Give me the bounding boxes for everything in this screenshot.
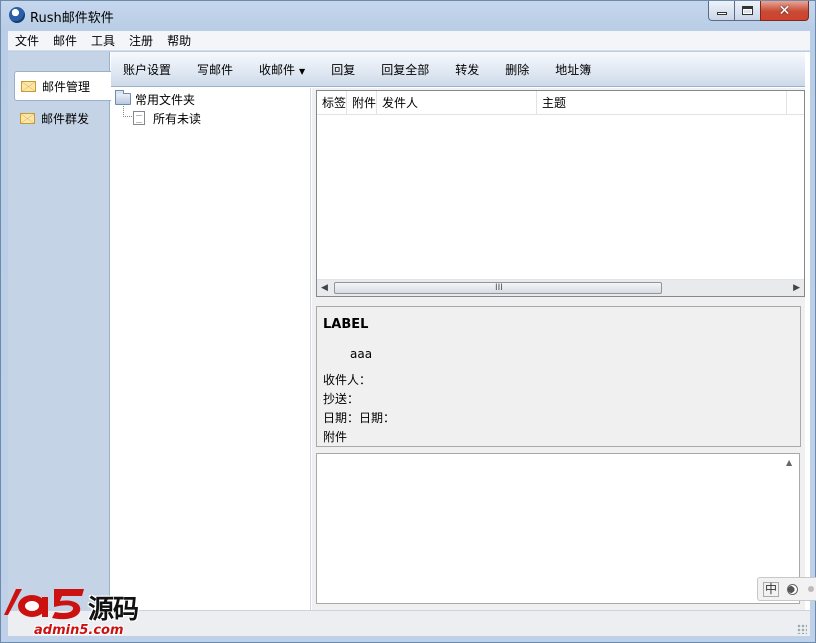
right-panel: 标签 附件 发件人 主题 ◀ III ▶ LABEL aaa 收件人： 抄送： [312,88,805,610]
scroll-left-icon[interactable]: ◀ [321,283,328,293]
app-window: Rush邮件软件 ✕ 文件 邮件 工具 注册 帮助 邮件管理 邮件群发 账户设置… [0,0,816,643]
menu-mail[interactable]: 邮件 [46,31,84,51]
tree-node-label: 所有未读 [153,111,202,126]
column-header-sender[interactable]: 发件人 [377,91,537,115]
app-e-icon [9,7,25,23]
detail-cc: 抄送： [323,392,360,406]
column-header-attachment[interactable]: 附件 [347,91,377,115]
reply-all-button[interactable]: 回复全部 [381,61,429,78]
ime-toolbar[interactable]: 中 [757,577,816,601]
compose-button[interactable]: 写邮件 [197,61,233,78]
account-settings-button[interactable]: 账户设置 [123,61,171,78]
nav-item-mass-mail[interactable]: 邮件群发 [14,103,110,133]
ime-punct-icon[interactable] [808,586,815,592]
menu-tools[interactable]: 工具 [84,31,122,51]
tree-connector [123,106,132,117]
tree-node-label: 常用文件夹 [135,92,196,107]
window-title: Rush邮件软件 [30,11,114,26]
ime-mode-indicator[interactable]: 中 [763,581,780,597]
scroll-grip-icon: III [495,283,503,293]
message-detail: LABEL aaa 收件人： 抄送： 日期：日期： 附件 [316,306,801,447]
receive-mail-button[interactable]: 收邮件 ▼ [259,61,305,78]
scroll-right-icon[interactable]: ▶ [793,283,800,293]
list-header: 标签 附件 发件人 主题 [317,91,804,115]
nav-item-label: 邮件群发 [41,111,90,126]
minimize-button[interactable] [708,1,735,21]
toolbar: 账户设置 写邮件 收邮件 ▼ 回复 回复全部 转发 删除 地址簿 [111,52,805,87]
title-bar[interactable]: Rush邮件软件 ✕ [1,1,816,31]
close-icon: ✕ [778,2,791,19]
watermark-brand-text: 源码 [88,595,139,625]
receive-mail-label: 收邮件 [259,62,296,77]
message-list[interactable]: 标签 附件 发件人 主题 ◀ III ▶ [316,90,805,297]
document-icon [133,111,145,125]
detail-date: 日期：日期： [323,411,396,425]
forward-button[interactable]: 转发 [455,61,479,78]
dropdown-arrow-icon[interactable]: ▼ [299,67,305,76]
ime-halfwidth-icon[interactable] [787,583,799,595]
scroll-thumb[interactable]: III [334,282,662,294]
menu-file[interactable]: 文件 [8,31,46,51]
column-header-tag[interactable]: 标签 [317,91,347,115]
maximize-icon [742,6,753,15]
nav-item-mail-management[interactable]: 邮件管理 [14,71,111,101]
client-area: 邮件管理 邮件群发 账户设置 写邮件 收邮件 ▼ 回复 回复全部 转发 删除 地址… [8,52,810,636]
scroll-up-icon[interactable]: ▲ [786,458,792,467]
horizontal-scrollbar[interactable]: ◀ III ▶ [317,279,804,296]
menu-bar: 文件 邮件 工具 注册 帮助 [8,31,810,51]
watermark-url: admin5.com [34,623,124,638]
nav-item-label: 邮件管理 [42,79,91,94]
column-header-subject[interactable]: 主题 [537,91,787,115]
menu-register[interactable]: 注册 [122,31,160,51]
resize-grip-icon[interactable] [797,624,807,634]
envelope-icon [21,80,36,92]
close-button[interactable]: ✕ [760,1,809,21]
address-book-button[interactable]: 地址簿 [555,61,591,78]
menu-help[interactable]: 帮助 [160,31,198,51]
a5-logo-icon [4,589,84,620]
left-nav: 邮件管理 邮件群发 [8,52,111,610]
message-body-area[interactable]: ▲ [316,453,800,604]
envelope-icon [20,112,35,124]
detail-recipient: 收件人： [323,373,372,387]
detail-label: LABEL [323,317,369,332]
minimize-icon [716,12,727,15]
tree-node-all-unread[interactable]: 所有未读 [133,109,201,127]
watermark-logo: 源码 admin5.com [0,583,163,643]
folder-tree: 常用文件夹 所有未读 [111,88,311,610]
detail-subject: aaa [350,347,373,361]
maximize-button[interactable] [734,1,761,21]
reply-button[interactable]: 回复 [331,61,355,78]
folder-icon [115,90,131,105]
detail-attachment: 附件 [323,430,348,444]
delete-button[interactable]: 删除 [505,61,529,78]
